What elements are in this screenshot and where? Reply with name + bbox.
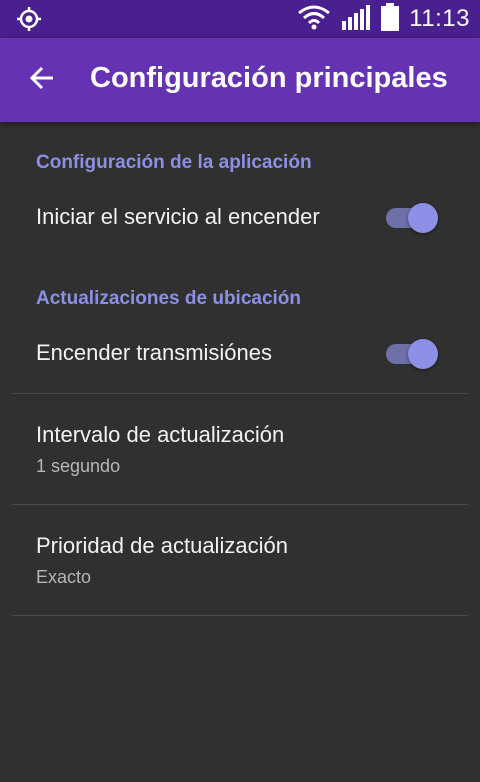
app-bar: Configuración principales	[0, 38, 480, 122]
pref-broadcasts[interactable]: Encender transmisiónes	[0, 320, 480, 390]
section-header-app: Configuración de la aplicación	[36, 152, 312, 173]
battery-icon	[381, 2, 400, 36]
gps-target-icon	[16, 6, 42, 32]
divider	[12, 615, 468, 616]
pref-summary: Exacto	[36, 567, 92, 587]
signal-icon	[341, 4, 371, 35]
pref-update-priority[interactable]: Prioridad de actualización Exacto	[0, 505, 480, 615]
pref-title: Intervalo de actualización	[36, 422, 285, 447]
status-bar: 11:13	[0, 0, 480, 38]
pref-summary: 1 segundo	[36, 456, 121, 476]
pref-title: Prioridad de actualización	[36, 533, 288, 558]
broadcasts-switch[interactable]	[384, 336, 440, 372]
start-on-boot-switch[interactable]	[384, 200, 440, 236]
pref-start-on-boot[interactable]: Iniciar el servicio al encender	[0, 184, 480, 254]
page-title: Configuración principales	[90, 62, 448, 94]
pref-title: Iniciar el servicio al encender	[36, 204, 320, 229]
pref-title: Encender transmisiónes	[36, 340, 273, 365]
arrow-back-icon	[29, 65, 55, 96]
pref-update-interval[interactable]: Intervalo de actualización 1 segundo	[0, 394, 480, 504]
status-icons: 11:13	[297, 2, 470, 36]
switch-thumb	[408, 339, 438, 369]
back-button[interactable]	[20, 58, 64, 102]
switch-thumb	[408, 203, 438, 233]
wifi-icon	[297, 4, 331, 35]
status-time: 11:13	[409, 5, 470, 32]
section-header-location: Actualizaciones de ubicación	[36, 288, 302, 309]
